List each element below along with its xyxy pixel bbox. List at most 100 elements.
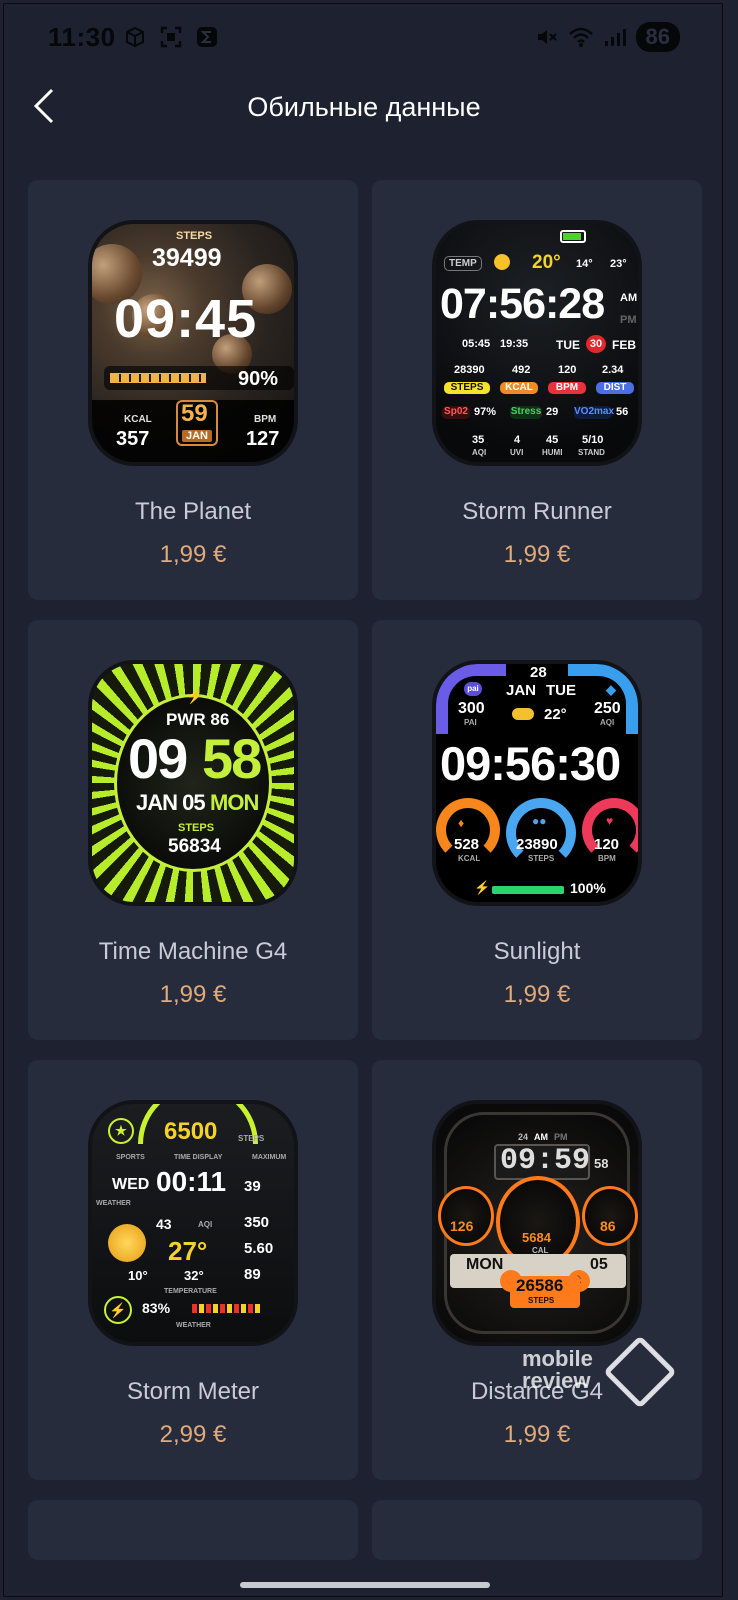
bpm-label: BPM: [598, 854, 616, 863]
weather-bottom-label: WEATHER: [176, 1322, 211, 1329]
watchface-name: Storm Runner: [462, 498, 612, 525]
watchface-name: Time Machine G4: [98, 938, 288, 965]
day-value: 28: [530, 664, 547, 681]
am-label: AM: [620, 292, 638, 304]
pm-label: PM: [620, 314, 637, 326]
spo2-value: 97%: [474, 406, 497, 418]
steps-label: STEPS: [528, 854, 555, 863]
steps-label: STEPS: [178, 822, 215, 834]
watchface-card-partial-left[interactable]: [28, 1500, 358, 1560]
bpm-value: 127: [246, 428, 280, 450]
spo2-label: Sp02: [442, 406, 470, 419]
pm-label: PM: [554, 1132, 568, 1142]
temp-value: 27°: [168, 1236, 208, 1266]
steps-value: 56834: [168, 836, 221, 857]
seconds-value: 39: [244, 1178, 261, 1195]
battery-indicator: 86: [635, 22, 680, 52]
app-header: Обильные данные: [4, 76, 722, 140]
steps-label: STEPS: [238, 1134, 265, 1143]
aqi-label: AQI: [198, 1220, 213, 1229]
pai-value: 300: [458, 700, 485, 717]
steps-value: 39499: [152, 244, 222, 272]
vo2-value: 56: [616, 406, 629, 418]
run-icon: ★: [108, 1118, 134, 1144]
center-dial-value: 5684: [522, 1230, 551, 1245]
month-value: JAN: [182, 430, 213, 442]
watchface-card-storm-runner[interactable]: TEMP 20° 14° 23° 07:56:28 AM PM 05:45 19…: [372, 180, 702, 600]
kcal-value: 350: [244, 1214, 270, 1231]
time-value: 07:56:28: [440, 280, 605, 328]
dist-value: 5.60: [244, 1240, 274, 1257]
heart-icon: ♥: [606, 814, 614, 828]
uvi-value: 4: [514, 434, 521, 446]
kcal-value: 357: [116, 428, 150, 450]
watchface-price: 1,99 €: [159, 981, 227, 1008]
steps-label: STEPS: [528, 1296, 555, 1305]
kcal-label: KCAL: [124, 414, 152, 425]
watchface-name: Sunlight: [493, 938, 581, 965]
date-value: JAN 05: [136, 790, 206, 815]
minute-value: 58: [202, 727, 262, 790]
temp-low: 10°: [128, 1268, 148, 1283]
hour-format-label: 24: [518, 1132, 529, 1142]
temperature-label: TEMPERATURE: [164, 1288, 217, 1295]
watchface-preview: ★ 6500 STEPS SPORTS TIME DISPLAY MAXIMUM…: [88, 1100, 298, 1346]
steps-label: STEPS: [444, 382, 490, 394]
status-time: 11:30: [48, 22, 116, 52]
time-value: 09:59: [500, 1144, 591, 1178]
watchface-preview: ⚡ PWR 86 09 58 JAN 05 MON STEPS 56834: [88, 660, 298, 906]
watermark-line2: review: [522, 1368, 591, 1393]
bolt-icon: ⚡: [104, 1296, 132, 1324]
weekday-value: TUE: [556, 338, 580, 352]
hour-value: 09: [128, 727, 188, 790]
weekday-value: WED: [112, 1176, 150, 1193]
watermark-logo-icon: [603, 1335, 677, 1409]
maximum-label: MAXIMUM: [252, 1154, 287, 1161]
aqi-value: 35: [472, 434, 485, 446]
home-indicator[interactable]: [240, 1582, 490, 1588]
month-value: JAN: [506, 682, 537, 699]
kcal-label: KCAL: [500, 382, 538, 394]
kcal-value: 492: [512, 364, 531, 376]
watchface-card-sunlight[interactable]: 28 JAN TUE pai 300 PAI 22° ◆ 250 AQI 09:…: [372, 620, 702, 1040]
watermark-line1: mobile: [522, 1346, 593, 1371]
uvi-label: UVI: [510, 448, 524, 457]
watchface-price: 2,99 €: [159, 1421, 227, 1448]
aqi-label: AQI: [600, 718, 615, 727]
battery-value: 100%: [570, 880, 606, 896]
day-value: 59: [181, 400, 208, 427]
cube-icon: [122, 24, 148, 50]
watchface-card-partial-right[interactable]: [372, 1500, 702, 1560]
stress-value: 29: [546, 406, 559, 418]
watchface-preview: 28 JAN TUE pai 300 PAI 22° ◆ 250 AQI 09:…: [432, 660, 642, 906]
bpm-label: BPM: [254, 414, 277, 425]
sunrise-value: 05:45: [462, 338, 491, 350]
steps-label: STEPS: [176, 230, 213, 242]
watchface-card-the-planet[interactable]: STEPS 39499 09:45 90% KCAL 357 59 JAN BP…: [28, 180, 358, 600]
steps-value: 26586: [516, 1276, 564, 1295]
battery-value: 83%: [142, 1300, 171, 1316]
dist-label: DIST: [596, 382, 634, 394]
watchface-preview: TEMP 20° 14° 23° 07:56:28 AM PM 05:45 19…: [432, 220, 642, 466]
phone-screen: 11:30 86 Обильные данные STEPS 39499 09:…: [3, 3, 723, 1597]
kcal-label: KCAL: [458, 854, 481, 863]
aqi-label: AQI: [472, 448, 487, 457]
watchface-card-storm-meter[interactable]: ★ 6500 STEPS SPORTS TIME DISPLAY MAXIMUM…: [28, 1060, 358, 1480]
seconds-value: 58: [594, 1156, 609, 1171]
date-value: 30: [586, 335, 606, 353]
mobile-review-watermark: mobile review: [522, 1335, 677, 1418]
sports-label: SPORTS: [116, 1154, 145, 1161]
weather-label: WEATHER: [96, 1200, 131, 1207]
time-value: 09:56:30: [440, 737, 621, 790]
wifi-icon: [568, 24, 594, 50]
dist-value: 2.34: [602, 364, 624, 376]
watchface-card-time-machine-g4[interactable]: ⚡ PWR 86 09 58 JAN 05 MON STEPS 56834 Ti…: [28, 620, 358, 1040]
watchface-preview: 24 AM PM 09:59 58 126 5684 CAL 86 MON 05…: [432, 1100, 642, 1346]
time-display-label: TIME DISPLAY: [174, 1154, 223, 1161]
month-value: FEB: [612, 338, 636, 352]
watchface-name: Storm Meter: [126, 1378, 260, 1405]
date-value: 05: [590, 1256, 608, 1273]
status-bar: 11:30 86: [4, 4, 722, 68]
time-value: 00:11: [156, 1166, 227, 1197]
watchface-price: 1,99 €: [503, 981, 571, 1008]
